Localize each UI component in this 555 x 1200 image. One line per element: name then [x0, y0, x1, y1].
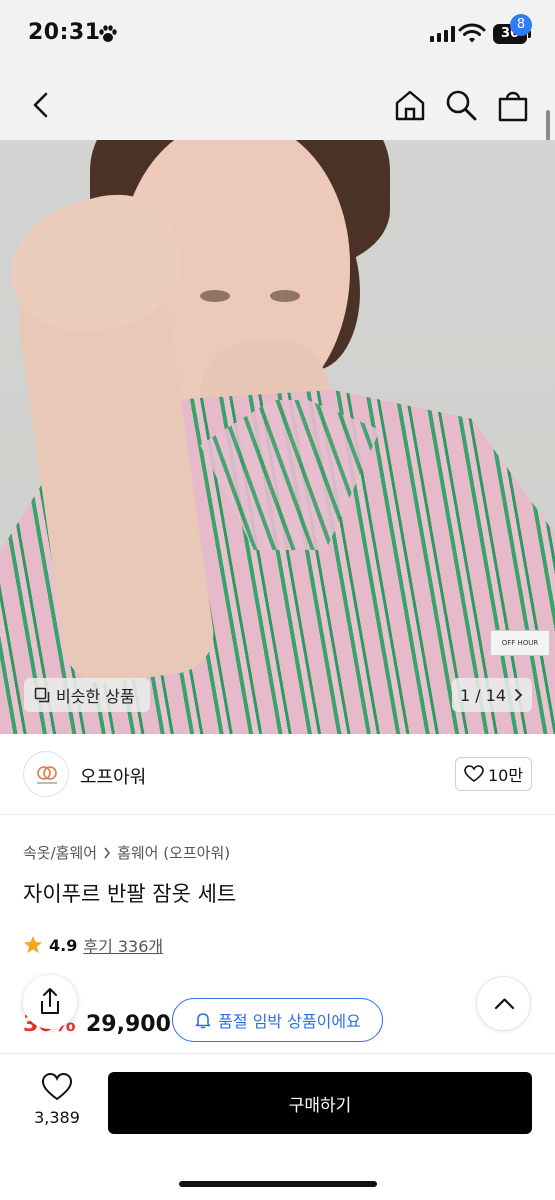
breadcrumb-item[interactable]: 홈웨어 (오프아워): [117, 842, 230, 863]
star-icon: [24, 936, 42, 953]
product-title: 자이푸르 반팔 잠옷 세트: [23, 882, 237, 906]
cart-count-badge: 8: [510, 14, 532, 36]
brand-name[interactable]: 오프아워: [80, 763, 146, 789]
status-time: 20:31: [28, 20, 101, 45]
wishlist-count: 3,389: [34, 1108, 80, 1127]
scroll-to-top-button[interactable]: [476, 976, 531, 1031]
heart-outline-icon: [464, 765, 484, 782]
status-bar: 20:31 36: [0, 0, 555, 70]
bell-icon: [195, 1013, 211, 1029]
search-icon[interactable]: [444, 88, 478, 122]
review-count-link[interactable]: 후기 336개: [83, 933, 163, 957]
buy-button[interactable]: 구매하기: [108, 1072, 532, 1134]
low-stock-text: 품절 임박 상품이에요: [218, 1012, 361, 1031]
brand-logo[interactable]: [23, 751, 69, 797]
product-image-carousel[interactable]: OFF HOUR: [0, 140, 555, 734]
model-eye-left: [200, 290, 230, 302]
rating-score: 4.9: [49, 935, 78, 955]
rating-row: 4.9 후기 336개: [23, 933, 163, 957]
back-arrow-icon[interactable]: [28, 90, 56, 120]
sale-price: 29,900: [86, 1012, 171, 1037]
copy-icon: [34, 687, 50, 703]
image-counter-text: 1 / 14: [459, 685, 507, 705]
brand-row: 오프아워 10만: [0, 735, 555, 815]
share-icon: [41, 988, 59, 1014]
heart-outline-icon: [41, 1072, 73, 1101]
low-stock-toast: 품절 임박 상품이에요: [172, 998, 383, 1042]
brand-like-count: 10만: [487, 766, 524, 785]
home-indicator: [179, 1181, 377, 1187]
brand-logo-mark-icon: [37, 766, 57, 784]
breadcrumb: 속옷/홈웨어 홈웨어 (오프아워): [23, 842, 230, 863]
model-eye-right: [270, 290, 300, 302]
chevron-right-icon: [515, 689, 523, 701]
home-icon[interactable]: [393, 88, 427, 122]
shopping-bag-icon[interactable]: [495, 88, 531, 122]
image-page-counter[interactable]: 1 / 14: [452, 678, 532, 712]
top-nav-bar: [0, 70, 555, 140]
chevron-up-icon: [494, 998, 515, 1010]
wifi-icon: [458, 23, 486, 43]
cellular-signal-icon: [430, 26, 455, 42]
paw-icon: [99, 25, 117, 42]
garment-label-patch: OFF HOUR: [490, 630, 550, 656]
similar-products-label: 비슷한 상품: [56, 687, 135, 706]
breadcrumb-item[interactable]: 속옷/홈웨어: [23, 842, 97, 863]
share-button[interactable]: [23, 975, 77, 1029]
brand-like-button[interactable]: 10만: [455, 757, 532, 791]
chevron-right-icon: [104, 847, 111, 858]
similar-products-button[interactable]: 비슷한 상품: [24, 678, 150, 712]
